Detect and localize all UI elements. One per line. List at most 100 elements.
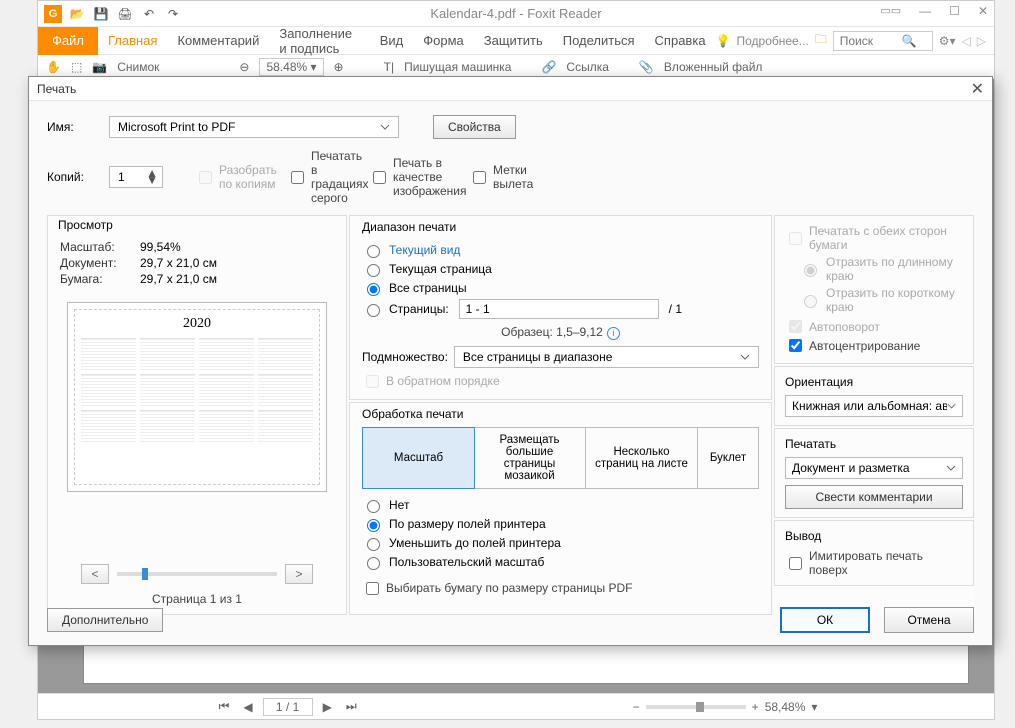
pages-radio[interactable] [367,304,380,317]
dialog-titlebar[interactable]: Печать ✕ [29,77,992,101]
output-title: Вывод [785,529,963,543]
ribbon-tab-view[interactable]: Вид [370,27,414,55]
preview-next-button[interactable]: > [285,564,313,584]
ribbon-tab-protect[interactable]: Защитить [474,27,553,55]
zoom-out-status-icon[interactable]: − [633,700,640,714]
auto-rotate-checkbox: Автоповорот [785,317,880,336]
last-page-icon[interactable]: ⏭ [342,699,361,714]
orientation-group: Ориентация Книжная или альбомная: авто [774,366,974,426]
chevron-down-icon [946,463,956,473]
print-marks-checkbox[interactable]: Метки вылета [469,163,519,191]
print-icon[interactable]: 🖨 [116,5,134,23]
zoom-select[interactable]: 58.48% ▾ [259,58,323,76]
ribbon-tab-comment[interactable]: Комментарий [167,27,269,55]
print-dialog: Печать ✕ Имя: Microsoft Print to PDF Сво… [28,76,993,646]
close-icon[interactable]: ✕ [978,4,988,18]
undo-icon[interactable]: ↶ [140,5,158,23]
redo-icon[interactable]: ↷ [164,5,182,23]
ribbon-mode-icon[interactable]: ▭▭ [880,4,901,18]
tell-me-icon[interactable]: 💡 [716,34,731,48]
current-page-radio[interactable] [367,264,380,277]
summarize-comments-button[interactable]: Свести комментарии [785,485,963,509]
zoom-slider[interactable] [646,705,746,709]
scale-fit-radio[interactable] [367,519,380,532]
page-indicator[interactable]: 1 / 1 [263,698,313,716]
all-pages-radio[interactable] [367,283,380,296]
spin-down-icon[interactable]: ▼ [146,177,158,184]
handling-tab-booklet[interactable]: Буклет [698,428,758,488]
window-title: Kalendar-4.pdf - Foxit Reader [430,6,601,21]
gear-icon[interactable]: ⚙▾ [939,34,956,48]
search-input[interactable] [838,33,898,49]
orientation-select[interactable]: Книжная или альбомная: авто [785,395,963,417]
cancel-button[interactable]: Отмена [884,607,974,633]
select-tool-icon[interactable]: ⬚ [71,60,82,74]
zoom-in-icon[interactable]: ⊕ [334,60,344,74]
auto-center-checkbox[interactable]: Автоцентрирование [785,336,920,355]
open-icon[interactable]: 📂 [68,5,86,23]
nav-prev-icon[interactable]: ◁ [962,34,971,48]
link-label[interactable]: Ссылка [566,60,608,74]
next-page-icon[interactable]: ▶ [319,700,336,714]
print-what-title: Печатать [785,437,963,451]
as-image-checkbox[interactable]: Печать в качестве изображения [369,156,419,198]
print-what-group: Печатать Документ и разметка Свести комм… [774,428,974,518]
file-tab[interactable]: Файл [38,27,98,55]
dialog-close-icon[interactable]: ✕ [971,79,984,99]
zoom-in-status-icon[interactable]: + [752,700,759,714]
preview-page-label: Страница 1 из 1 [60,592,334,606]
zoom-value: 58,48% [765,700,806,714]
ribbon-tab-form[interactable]: Форма [413,27,474,55]
minimize-icon[interactable]: — [919,4,931,18]
handling-tab-multiple[interactable]: Несколько страниц на листе [586,428,698,488]
ok-button[interactable]: ОК [780,607,870,633]
info-icon[interactable]: i [607,327,620,340]
preview-prev-button[interactable]: < [81,564,109,584]
nav-next-icon[interactable]: ▷ [977,34,986,48]
handling-tab-tile[interactable]: Размещать большие страницы мозаикой [474,428,586,488]
subset-select[interactable]: Все страницы в диапазоне [454,346,759,368]
search-box[interactable]: 🔍 [833,31,933,51]
simulate-overprint-checkbox[interactable]: Имитировать печать поверх [785,549,963,577]
ribbon-tab-help[interactable]: Справка [645,27,716,55]
hand-tool-icon[interactable]: ✋ [46,60,61,74]
first-page-icon[interactable]: ⏮ [215,699,234,714]
ribbon-tab-share[interactable]: Поделиться [553,27,645,55]
save-icon[interactable]: 💾 [92,5,110,23]
folder-icon[interactable]: 🗀 [815,30,827,51]
scale-custom-radio[interactable] [367,557,380,570]
handling-title: Обработка печати [352,405,769,423]
maximize-icon[interactable]: ☐ [949,4,960,18]
ribbon: Файл Главная Комментарий Заполнение и по… [38,27,994,55]
printer-select[interactable]: Microsoft Print to PDF [109,116,399,138]
preview-panel: Просмотр Масштаб:99,54% Документ:29,7 x … [47,215,347,615]
preview-slider[interactable] [117,572,277,576]
zoom-out-icon[interactable]: ⊖ [239,60,249,74]
snapshot-icon[interactable]: 📷 [92,60,107,74]
collate-checkbox: Разобрать по копиям [195,163,245,191]
ribbon-tab-home[interactable]: Главная [98,27,167,55]
typewriter-icon[interactable]: T| [384,60,394,74]
preview-title: Просмотр [48,216,346,234]
scale-shrink-radio[interactable] [367,538,380,551]
search-icon[interactable]: 🔍 [902,34,917,48]
handling-tab-scale[interactable]: Масштаб [362,427,475,489]
printer-name-label: Имя: [47,120,97,134]
current-view-radio[interactable] [367,245,380,258]
scale-none-radio[interactable] [367,500,380,513]
link-icon[interactable]: 🔗 [541,60,556,74]
zoom-dropdown-icon[interactable]: ▾ [811,700,817,714]
tell-me-label[interactable]: Подробнее... [737,34,809,48]
grayscale-checkbox[interactable]: Печатать в градациях серого [287,149,337,205]
print-what-select[interactable]: Документ и разметка [785,457,963,479]
typewriter-label[interactable]: Пишущая машинка [404,60,511,74]
attach-label[interactable]: Вложенный файл [664,60,763,74]
properties-button[interactable]: Свойства [433,115,516,139]
pages-input[interactable] [459,299,659,319]
choose-paper-checkbox[interactable]: Выбирать бумагу по размеру страницы PDF [362,579,633,598]
ribbon-tab-fill[interactable]: Заполнение и подпись [269,27,369,55]
advanced-button[interactable]: Дополнительно [47,608,163,632]
attach-icon[interactable]: 📎 [639,60,654,74]
copies-spinner[interactable]: 1 ▲▼ [109,166,163,188]
prev-page-icon[interactable]: ◀ [239,700,256,714]
